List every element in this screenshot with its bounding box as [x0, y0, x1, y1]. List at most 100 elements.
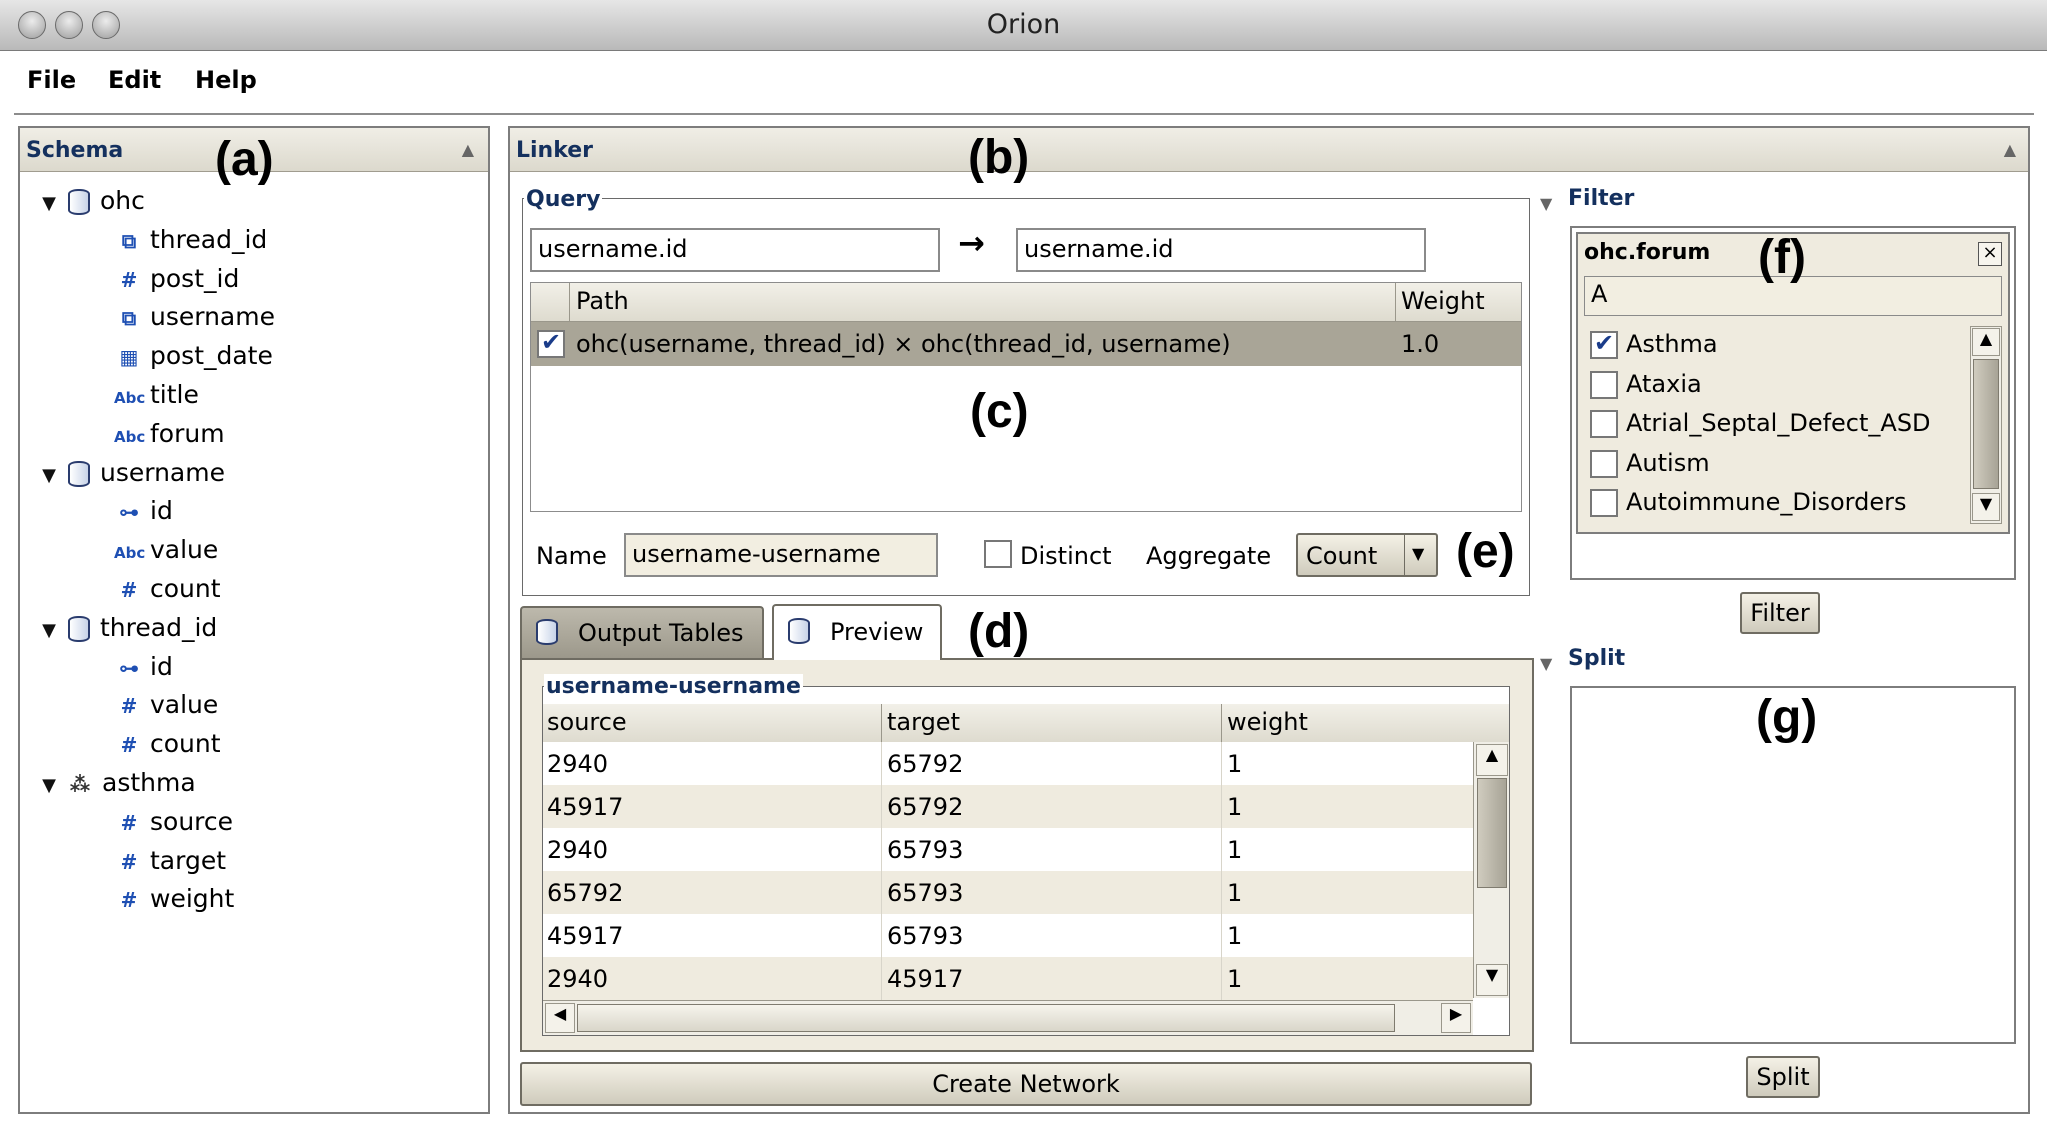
- tab-output-tables-label: Output Tables: [578, 619, 744, 647]
- filter-list-item[interactable]: Autism: [1584, 445, 1964, 483]
- table-row[interactable]: 65792 65793 1: [543, 871, 1473, 914]
- linker-header[interactable]: Linker ▲: [510, 128, 2028, 172]
- expand-toggle-icon[interactable]: ▼: [30, 612, 68, 650]
- distinct-label: Distinct: [1020, 542, 1112, 570]
- link-icon: ⧉: [121, 306, 137, 331]
- column-header-weight[interactable]: Weight: [1401, 287, 1485, 315]
- text-icon: Abc: [114, 544, 146, 563]
- preview-horizontal-scrollbar[interactable]: ◀ ▶: [543, 1000, 1473, 1035]
- aggregate-value: Count: [1306, 542, 1378, 570]
- path-table-header: Path Weight: [531, 283, 1521, 322]
- column-header-path[interactable]: Path: [576, 287, 629, 315]
- tree-node-field[interactable]: ⧉ username: [114, 298, 275, 336]
- tree-node-table[interactable]: ▼ ohc: [30, 182, 145, 220]
- filter-item-checkbox[interactable]: [1590, 370, 1618, 399]
- scroll-right-icon[interactable]: ▶: [1441, 1003, 1471, 1033]
- scroll-thumb[interactable]: [1973, 359, 1999, 489]
- create-network-button[interactable]: Create Network: [520, 1062, 1532, 1106]
- expand-toggle-icon[interactable]: ▼: [30, 767, 68, 805]
- table-row[interactable]: 2940 65792 1: [543, 742, 1473, 785]
- filter-item-checkbox[interactable]: [1590, 410, 1618, 438]
- filter-item-label: Ataxia: [1626, 369, 1702, 398]
- column-header-target[interactable]: target: [887, 708, 960, 736]
- column-header-source[interactable]: source: [547, 708, 627, 736]
- filter-list-item[interactable]: ✔ Asthma: [1584, 326, 1964, 364]
- scroll-up-icon[interactable]: ▲: [1476, 744, 1508, 776]
- table-row[interactable]: 2940 65793 1: [543, 828, 1473, 871]
- filter-item-checkbox[interactable]: ✔: [1590, 329, 1618, 359]
- tree-node-field[interactable]: # count: [114, 725, 221, 763]
- close-icon[interactable]: ×: [1978, 242, 2002, 266]
- filter-item-checkbox[interactable]: [1590, 449, 1618, 478]
- database-icon: [68, 460, 90, 487]
- split-button[interactable]: Split: [1746, 1056, 1820, 1098]
- filter-list-item[interactable]: Atrial_Septal_Defect_ASD: [1584, 405, 1964, 443]
- tree-node-field[interactable]: Abc forum: [114, 415, 225, 453]
- path-row-checkbox[interactable]: ✔: [537, 328, 565, 358]
- collapse-icon[interactable]: ▲: [2004, 140, 2016, 159]
- table-row[interactable]: 45917 65793 1: [543, 914, 1473, 957]
- tree-node-field[interactable]: Abc title: [114, 376, 199, 414]
- path-row[interactable]: ✔ ohc(username, thread_id) × ohc(thread_…: [531, 322, 1521, 366]
- checkmark-icon: ✔: [541, 328, 562, 356]
- tree-node-field[interactable]: Abc value: [114, 531, 218, 569]
- tree-node-table[interactable]: ▼ username: [30, 454, 225, 492]
- table-cell: 65793: [887, 922, 964, 950]
- filter-list-item[interactable]: Ataxia: [1584, 366, 1964, 404]
- scroll-thumb[interactable]: [1477, 778, 1507, 888]
- menu-file[interactable]: File: [27, 66, 76, 94]
- name-field[interactable]: username-username: [624, 533, 938, 577]
- table-cell: 1: [1227, 836, 1243, 864]
- tree-node-field[interactable]: ⧉ thread_id: [114, 221, 267, 259]
- number-icon: #: [120, 849, 138, 874]
- tree-node-field[interactable]: # target: [114, 842, 226, 880]
- tree-node-table[interactable]: ▼ ⁂ asthma: [30, 764, 196, 802]
- tree-node-field[interactable]: # weight: [114, 880, 235, 918]
- filter-item-checkbox[interactable]: [1590, 489, 1618, 517]
- distinct-checkbox[interactable]: [984, 540, 1012, 568]
- scroll-down-icon[interactable]: ▼: [1476, 964, 1508, 996]
- weight-value: 1.0: [1401, 330, 1440, 358]
- tree-node-field[interactable]: # value: [114, 686, 219, 724]
- tree-node-field[interactable]: # count: [114, 570, 221, 608]
- expand-toggle-icon[interactable]: ▼: [30, 185, 68, 223]
- aggregate-select[interactable]: Count ▼: [1296, 533, 1438, 577]
- tree-node-field[interactable]: ▦ post_date: [114, 337, 273, 375]
- filter-item-label: Autoimmune_Disorders: [1626, 488, 1907, 516]
- preview-vertical-scrollbar[interactable]: ▲ ▼: [1473, 742, 1509, 998]
- scroll-down-icon[interactable]: ▼: [1972, 493, 2000, 521]
- collapse-icon[interactable]: ▲: [462, 140, 474, 159]
- tree-node-field[interactable]: # source: [114, 803, 233, 841]
- menu-help[interactable]: Help: [195, 66, 257, 94]
- table-cell: 1: [1227, 922, 1243, 950]
- table-row[interactable]: 2940 45917 1: [543, 957, 1473, 1000]
- target-field[interactable]: username.id: [1016, 228, 1426, 272]
- expand-toggle-icon[interactable]: ▼: [30, 457, 68, 495]
- column-divider: [881, 957, 882, 1000]
- tree-node-field[interactable]: ⊶ id: [114, 648, 173, 686]
- filter-scrollbar[interactable]: ▲ ▼: [1970, 326, 2002, 524]
- annotation-g: (g): [1756, 691, 1818, 744]
- column-header-weight[interactable]: weight: [1227, 708, 1308, 736]
- filter-button[interactable]: Filter: [1740, 592, 1820, 634]
- annotation-f: (f): [1758, 231, 1806, 284]
- tab-output-tables[interactable]: Output Tables: [520, 606, 764, 658]
- scroll-left-icon[interactable]: ◀: [545, 1003, 575, 1033]
- tree-node-field[interactable]: ⊶ id: [114, 492, 173, 530]
- filter-collapse-icon[interactable]: ▼: [1540, 194, 1552, 213]
- split-collapse-icon[interactable]: ▼: [1540, 654, 1552, 673]
- table-row[interactable]: 45917 65792 1: [543, 785, 1473, 828]
- filter-item-label: Autism: [1626, 448, 1710, 477]
- menu-edit[interactable]: Edit: [108, 66, 161, 94]
- filter-list-item[interactable]: Autoimmune_Disorders: [1584, 484, 1964, 522]
- table-cell: 2940: [547, 965, 609, 993]
- tree-node-table[interactable]: ▼ thread_id: [30, 609, 217, 647]
- horizontal-scroll-thumb[interactable]: [577, 1004, 1395, 1032]
- source-field[interactable]: username.id: [530, 228, 940, 272]
- column-divider: [1221, 828, 1222, 871]
- tree-node-field[interactable]: # post_id: [114, 260, 240, 298]
- scroll-up-icon[interactable]: ▲: [1972, 328, 2000, 356]
- tab-preview[interactable]: Preview: [772, 604, 942, 660]
- network-icon: ⁂: [69, 772, 91, 796]
- number-icon: #: [120, 888, 138, 913]
